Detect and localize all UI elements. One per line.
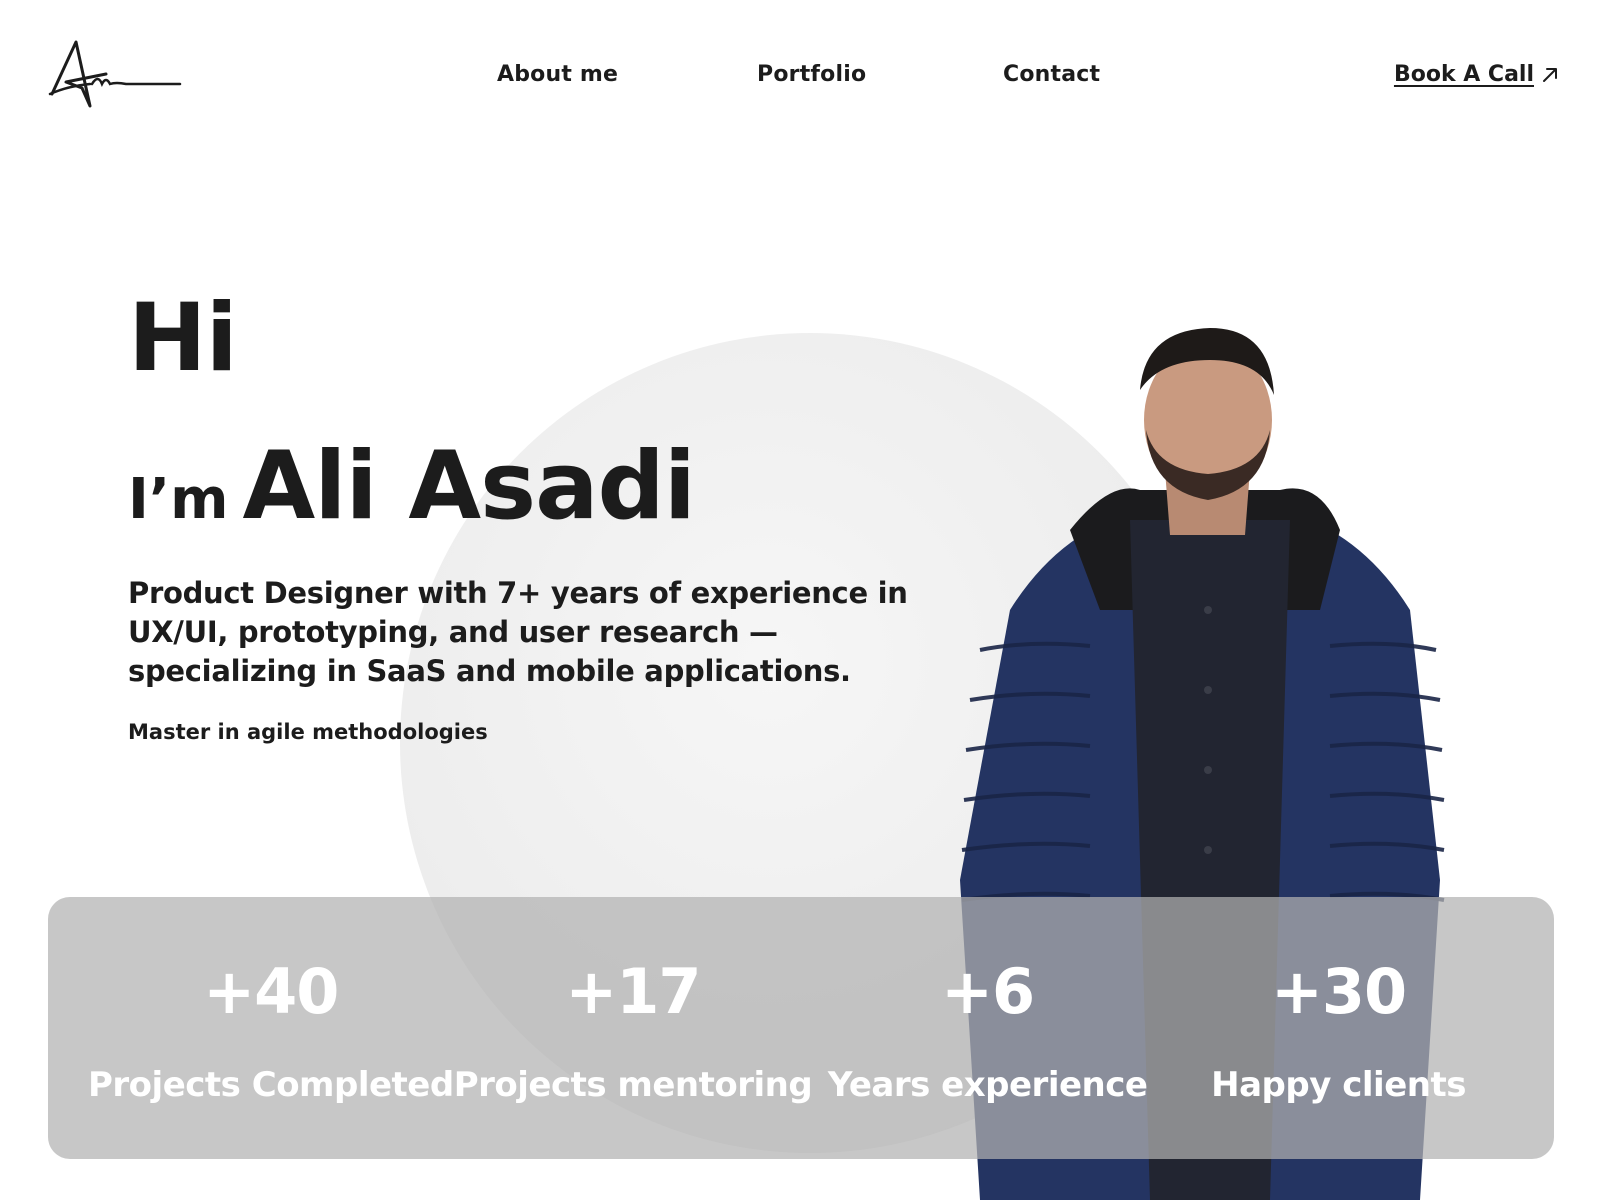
signature-logo-icon [48, 40, 182, 108]
nav-about-me[interactable]: About me [497, 62, 618, 87]
arrow-up-right-icon [1543, 67, 1557, 82]
hero-tagline: Product Designer with 7+ years of experi… [128, 576, 908, 688]
stat-label: Projects Completed [88, 1065, 454, 1105]
stat-years-experience: +6 Years experience [812, 897, 1163, 1159]
signature-logo[interactable] [46, 38, 186, 112]
stat-label: Happy clients [1211, 1065, 1466, 1105]
hero-intro: I’m Ali Asadi [128, 440, 696, 534]
stat-value: +17 [565, 955, 701, 1028]
nav-portfolio[interactable]: Portfolio [757, 62, 866, 87]
stat-label: Projects mentoring [453, 1065, 813, 1105]
stat-projects-mentoring: +17 Projects mentoring [454, 897, 813, 1159]
hero-subtag: Master in agile methodologies [128, 720, 488, 744]
stats-panel: +40 Projects Completed +17 Projects ment… [48, 897, 1554, 1159]
book-a-call-label: Book A Call [1393, 62, 1534, 87]
book-a-call-link[interactable]: Book A Call [1394, 62, 1560, 87]
hero-greeting: Hi [128, 284, 238, 393]
stat-label: Years experience [827, 1065, 1148, 1105]
stat-value: +30 [1270, 955, 1407, 1028]
hero-name: Ali Asadi [242, 432, 696, 541]
hero-intro-prefix: I’m [128, 467, 229, 532]
stat-value: +6 [941, 955, 1035, 1028]
stat-value: +40 [203, 955, 339, 1028]
nav-contact[interactable]: Contact [1003, 62, 1100, 87]
stat-happy-clients: +30 Happy clients [1163, 897, 1514, 1159]
stat-projects-completed: +40 Projects Completed [88, 897, 454, 1159]
page: About me Portfolio Contact Book A Call H… [0, 0, 1600, 1200]
